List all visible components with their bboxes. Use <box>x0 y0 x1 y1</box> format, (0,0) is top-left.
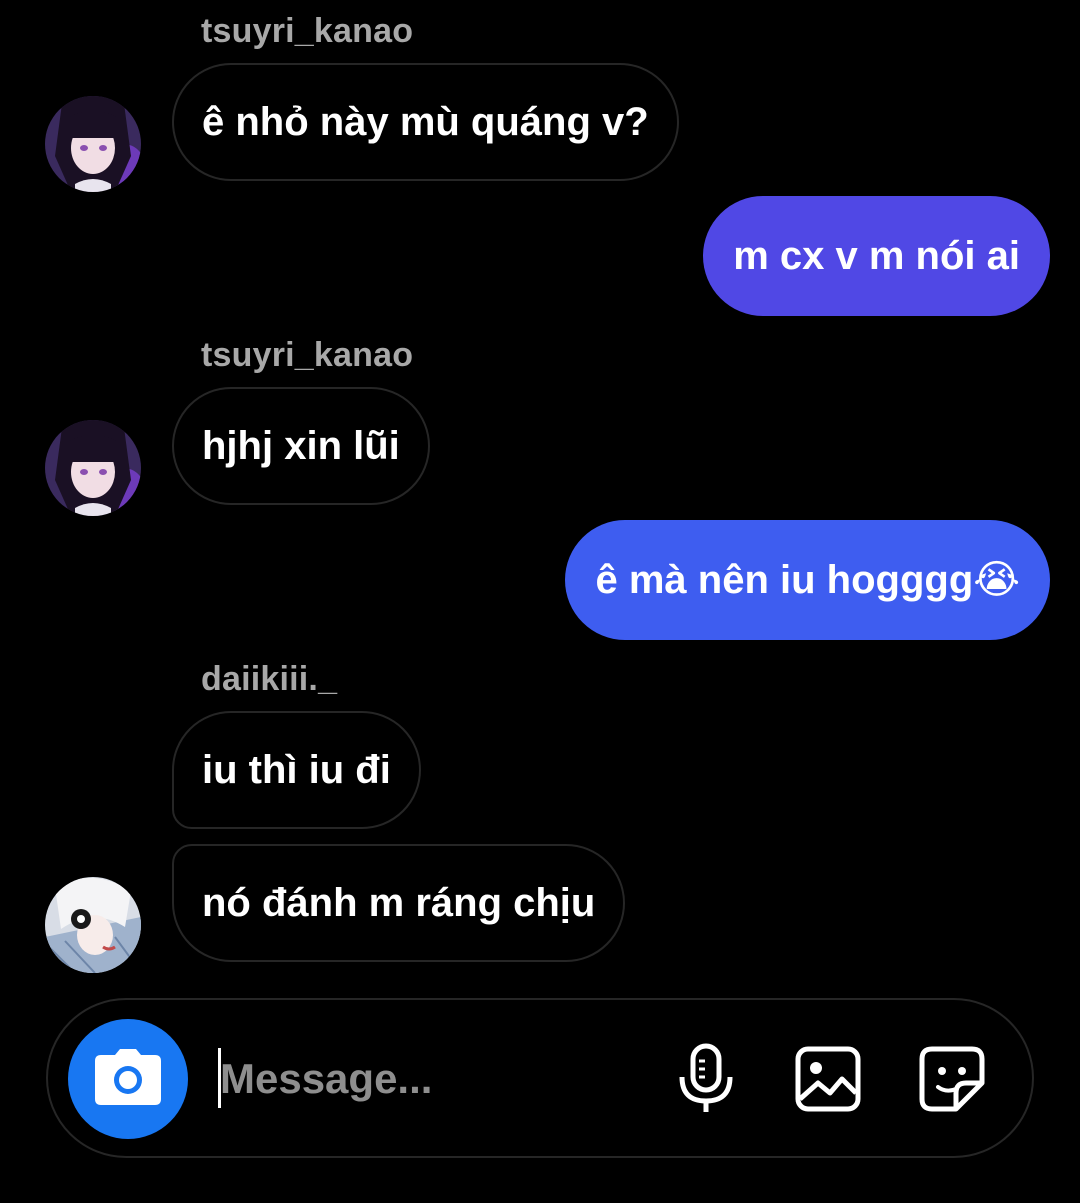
message-text: ê nhỏ này mù quáng v? <box>202 99 649 144</box>
sticker-icon[interactable] <box>916 1043 988 1115</box>
outgoing-message-bubble[interactable]: m cx v m nói ai <box>703 196 1050 316</box>
message-text: ê mà nên iu hogggg😭 <box>595 558 1020 602</box>
sender-name: daiikiii._ <box>201 660 338 698</box>
message-composer <box>46 998 1034 1158</box>
incoming-message-bubble[interactable]: nó đánh m ráng chịu <box>172 844 626 962</box>
incoming-message-bubble[interactable]: ê nhỏ này mù quáng v? <box>172 63 679 181</box>
incoming-message-bubble[interactable]: hjhj xin lũi <box>172 387 430 505</box>
avatar[interactable] <box>45 877 141 973</box>
message-text: nó đánh m ráng chịu <box>202 880 596 925</box>
camera-button[interactable] <box>68 1019 188 1139</box>
gallery-icon[interactable] <box>792 1043 864 1115</box>
message-input[interactable] <box>220 1040 640 1118</box>
sender-name: tsuyri_kanao <box>201 336 414 374</box>
message-text: m cx v m nói ai <box>733 233 1020 278</box>
avatar[interactable] <box>45 96 141 192</box>
message-text: iu thì iu đi <box>202 747 391 792</box>
outgoing-message-bubble[interactable]: ê mà nên iu hogggg😭 <box>565 520 1050 640</box>
incoming-message-bubble[interactable]: iu thì iu đi <box>172 711 421 829</box>
message-text: hjhj xin lũi <box>202 423 400 468</box>
camera-icon <box>95 1048 161 1110</box>
microphone-icon[interactable] <box>670 1043 742 1115</box>
avatar[interactable] <box>45 420 141 516</box>
sender-name: tsuyri_kanao <box>201 12 414 50</box>
